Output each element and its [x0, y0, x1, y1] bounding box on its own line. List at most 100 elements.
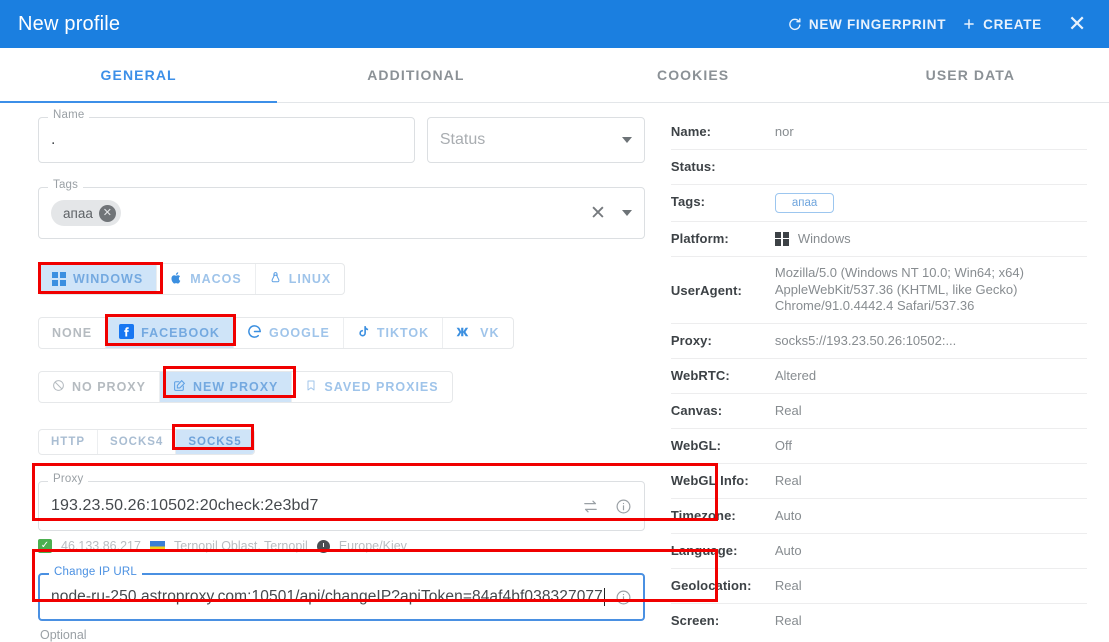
- proxy-mode-no-proxy[interactable]: NO PROXY: [39, 372, 160, 402]
- tab-additional-label: ADDITIONAL: [367, 67, 465, 83]
- info-key: Status:: [670, 159, 716, 174]
- tab-general[interactable]: GENERAL: [0, 48, 278, 103]
- window-title: New profile: [18, 12, 121, 35]
- tag-chip[interactable]: апаа ✕: [51, 200, 121, 226]
- info-key: Canvas:: [670, 402, 723, 418]
- swap-arrows-icon[interactable]: [582, 498, 599, 515]
- protocol-socks4-label: SOCKS4: [110, 436, 164, 448]
- info-row-proxy: Proxy: socks5://193.23.50.26:10502:...: [670, 324, 1087, 359]
- social-option-vk-label: VK: [480, 326, 500, 340]
- social-option-vk[interactable]: VK: [443, 318, 512, 348]
- social-option-tiktok[interactable]: TIKTOK: [344, 318, 444, 348]
- info-value: Auto: [774, 507, 802, 523]
- chevron-down-icon[interactable]: [621, 210, 632, 216]
- name-input[interactable]: .: [51, 131, 56, 149]
- tab-bar: GENERAL ADDITIONAL COOKIES USER DATA: [0, 48, 1109, 103]
- linux-icon: [269, 271, 282, 288]
- proxy-status-location: Ternopil Oblast, Ternopil: [173, 539, 308, 553]
- info-row-canvas: Canvas: Real: [670, 394, 1087, 429]
- os-selector-group: WINDOWS MACOS LINUX: [38, 263, 346, 295]
- info-tag-pill: апаа: [774, 193, 835, 213]
- info-row-name: Name: nor: [670, 113, 1087, 150]
- os-option-windows[interactable]: WINDOWS: [39, 264, 158, 294]
- proxy-mode-new-proxy[interactable]: NEW PROXY: [160, 372, 293, 402]
- info-circle-icon[interactable]: [615, 589, 632, 606]
- proxy-field-actions: [582, 498, 632, 515]
- info-platform-label: Windows: [797, 231, 851, 246]
- tab-additional[interactable]: ADDITIONAL: [277, 48, 554, 102]
- protocol-socks5[interactable]: SOCKS5: [176, 430, 254, 454]
- info-row-webrtc: WebRTC: Altered: [670, 359, 1087, 394]
- proxy-mode-group: NO PROXY NEW PROXY SAVED PROXIES: [38, 371, 453, 403]
- social-option-google[interactable]: GOOGLE: [234, 318, 344, 348]
- info-circle-icon[interactable]: [615, 498, 632, 515]
- protocol-group: HTTP SOCKS4 SOCKS5: [38, 429, 255, 455]
- protocol-row: HTTP SOCKS4 SOCKS5: [38, 429, 645, 455]
- proxy-status-line: ✓ 46.133.86.217 Ternopil Oblast, Ternopi…: [38, 539, 645, 553]
- google-icon: [247, 324, 262, 342]
- status-select[interactable]: Status: [426, 117, 645, 163]
- info-value: nor: [774, 124, 794, 139]
- plus-icon: [962, 17, 976, 31]
- name-field-legend: Name: [48, 109, 90, 122]
- new-fingerprint-button[interactable]: NEW FINGERPRINT: [779, 11, 954, 38]
- os-selector-row: WINDOWS MACOS LINUX: [38, 263, 645, 295]
- tag-chip-label: апаа: [63, 205, 93, 221]
- clear-x-icon[interactable]: ✕: [590, 204, 606, 223]
- change-ip-url-input[interactable]: node-ru-250.astroproxy.com:10501/api/cha…: [51, 588, 603, 606]
- protocol-socks5-label: SOCKS5: [188, 436, 242, 448]
- proxy-mode-new-proxy-label: NEW PROXY: [193, 380, 279, 394]
- info-row-tags: Tags: апаа: [670, 185, 1087, 222]
- vk-icon: [456, 326, 473, 341]
- info-row-status: Status:: [670, 150, 1087, 185]
- create-button[interactable]: CREATE: [954, 11, 1050, 38]
- info-row-language: Language: Auto: [670, 534, 1087, 569]
- change-ip-url-field[interactable]: Change IP URL node-ru-250.astroproxy.com…: [38, 566, 645, 621]
- close-icon[interactable]: ✕: [1050, 13, 1093, 35]
- tab-user-data[interactable]: USER DATA: [832, 48, 1109, 102]
- ukraine-flag-icon: [149, 540, 165, 552]
- info-row-useragent: UserAgent: Mozilla/5.0 (Windows NT 10.0;…: [670, 257, 1087, 324]
- change-ip-url-hint: Optional: [40, 628, 87, 642]
- social-option-none[interactable]: NONE: [39, 318, 107, 348]
- proxy-mode-no-proxy-label: NO PROXY: [72, 380, 146, 394]
- info-row-timezone: Timezone: Auto: [670, 499, 1087, 534]
- info-row-webgl-info: WebGL Info: Real: [670, 464, 1087, 499]
- social-option-tiktok-label: TIKTOK: [376, 326, 430, 340]
- window-titlebar: New profile NEW FINGERPRINT CREATE ✕: [0, 0, 1109, 48]
- chip-remove-icon[interactable]: ✕: [98, 204, 116, 222]
- info-value: Auto: [774, 542, 802, 558]
- info-key: Platform:: [670, 231, 729, 246]
- social-option-facebook[interactable]: FACEBOOK: [106, 318, 234, 348]
- info-row-webgl: WebGL: Off: [670, 429, 1087, 464]
- os-option-macos-label: MACOS: [190, 272, 242, 286]
- info-key: Screen:: [670, 612, 720, 628]
- chevron-down-icon[interactable]: [621, 137, 632, 143]
- proxy-field[interactable]: Proxy 193.23.50.26:10502:20check:2e3bd7: [38, 473, 645, 531]
- tab-cookies-label: COOKIES: [656, 67, 730, 83]
- os-option-linux[interactable]: LINUX: [256, 264, 344, 294]
- info-key: WebGL:: [670, 437, 722, 453]
- info-key: Language:: [670, 542, 738, 558]
- os-option-linux-label: LINUX: [288, 272, 332, 286]
- tiktok-icon: [357, 324, 370, 342]
- proxy-input[interactable]: 193.23.50.26:10502:20check:2e3bd7: [51, 497, 319, 515]
- social-option-none-label: NONE: [52, 326, 93, 340]
- tags-field-legend: Tags: [48, 179, 84, 192]
- info-value: Real: [774, 577, 802, 593]
- name-field[interactable]: Name .: [38, 109, 415, 163]
- social-selector-row: NONE FACEBOOK GOOGLE TIKTOK VK: [38, 317, 645, 349]
- tags-field[interactable]: Tags апаа ✕ ✕: [38, 179, 645, 239]
- proxy-mode-saved-proxies[interactable]: SAVED PROXIES: [292, 372, 451, 402]
- profile-summary-panel: Name: nor Status: Tags: апаа Platform: W…: [661, 103, 1109, 630]
- info-value-platform: Windows: [774, 230, 1087, 247]
- tags-actions: ✕: [590, 204, 632, 223]
- os-option-macos[interactable]: MACOS: [157, 264, 256, 294]
- social-selector-group: NONE FACEBOOK GOOGLE TIKTOK VK: [38, 317, 514, 349]
- protocol-http[interactable]: HTTP: [39, 430, 99, 454]
- protocol-socks4[interactable]: SOCKS4: [98, 430, 177, 454]
- info-value: Real: [774, 402, 802, 418]
- apple-icon: [170, 271, 183, 288]
- proxy-status-timezone: Europe/Kiev: [338, 539, 407, 553]
- tab-cookies[interactable]: COOKIES: [555, 48, 832, 102]
